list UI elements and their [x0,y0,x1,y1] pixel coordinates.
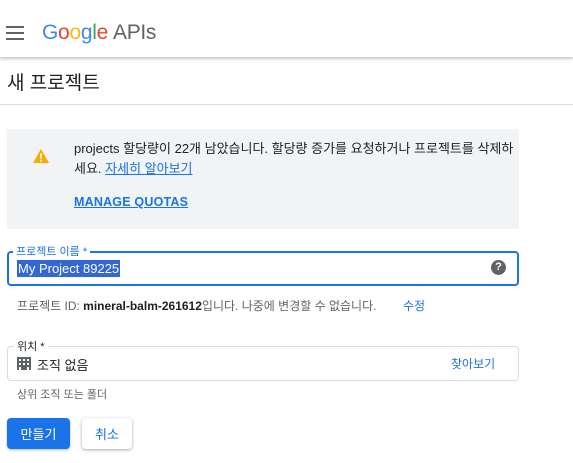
page-title: 새 프로젝트 [7,73,100,94]
quota-warning-panel: projects 할당량이 22개 남았습니다. 할당량 증가를 요청하거나 프… [7,129,519,229]
warning-icon [33,149,49,163]
warning-message: projects 할당량이 22개 남았습니다. 할당량 증가를 요청하거나 프… [74,139,514,179]
logo-letter: o [58,21,70,44]
organization-icon [17,357,31,370]
project-id-text: 프로젝트 ID: mineral-balm-261612입니다. 나중에 변경할… [17,297,376,314]
location-label: 위치 * [14,338,48,354]
logo-letter: e [96,21,109,44]
create-button[interactable]: 만들기 [7,418,70,449]
hamburger-menu-icon[interactable] [6,26,24,40]
google-apis-logo[interactable]: Google APIs [42,21,156,45]
location-hint: 상위 조직 또는 폴더 [17,389,108,401]
logo-letter: G [42,21,59,44]
project-id-value: mineral-balm-261612 [83,299,202,313]
project-name-value[interactable]: My Project 89225 [17,260,121,277]
logo-letter: g [80,21,93,44]
logo-letter: o [69,21,81,44]
edit-project-id-link[interactable]: 수정 [403,297,425,314]
location-value: 조직 없음 [37,358,89,373]
project-name-label: 프로젝트 이름 * [13,243,91,259]
learn-more-link[interactable]: 자세히 알아보기 [105,161,192,176]
browse-location-button[interactable]: 찾아보기 [451,355,495,372]
help-icon[interactable]: ? [491,260,506,275]
top-app-bar: Google APIs [0,0,573,57]
cancel-button[interactable]: 취소 [82,418,132,449]
title-divider [0,104,573,105]
manage-quotas-link[interactable]: MANAGE QUOTAS [74,195,188,209]
project-id-prefix: 프로젝트 ID: [17,299,84,313]
project-id-suffix: 입니다. 나중에 변경할 수 없습니다. [201,299,377,313]
logo-suffix: APIs [112,21,157,44]
